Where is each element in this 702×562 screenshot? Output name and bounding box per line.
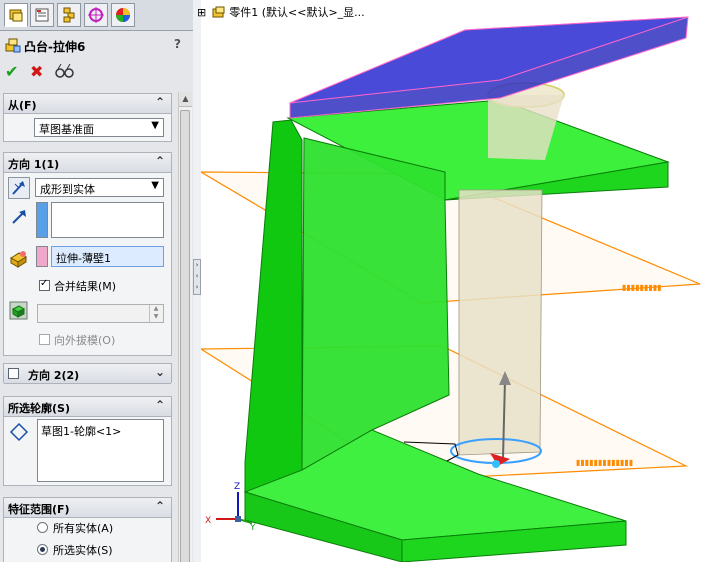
collapse-chevron-icon[interactable]: ⌃ [155, 398, 165, 412]
draft-angle-spinner[interactable]: ▲ ▼ [37, 304, 164, 323]
property-manager-icon [35, 8, 49, 22]
part-icon [212, 6, 225, 18]
chevron-down-icon: ▼ [151, 180, 159, 191]
scrollbar-thumb[interactable] [180, 110, 190, 562]
feature-tree-flyout[interactable]: ⊞ 零件1 (默认<<默认>_显... [197, 4, 365, 20]
merge-result-label: 合并结果(M) [54, 280, 117, 293]
expand-chevron-icon[interactable]: ⌄ [155, 365, 165, 379]
selected-contours-header-label: 所选轮廓(S) [8, 402, 70, 415]
from-group-header[interactable]: 从(F) ⌃ [4, 94, 171, 114]
feature-scope-group: 特征范围(F) ⌃ 所有实体(A) 所选实体(S) [3, 497, 172, 562]
property-manager-panel: 凸台-拉伸6 ? ✔ ✖ ▲ 从(F) ⌃ 草图基准面 ▼ 方向 1(1) ⌃ [0, 0, 194, 562]
start-condition-select[interactable]: 草图基准面 ▼ [34, 118, 164, 137]
graphics-viewport[interactable]: ▮▮▮▮▮▮▮▮▮ ▮▮▮▮▮▮▮▮▮▮▮▮▮ Z X Y [201, 0, 702, 562]
all-bodies-radio[interactable] [37, 522, 48, 533]
action-row: ✔ ✖ [0, 60, 193, 84]
direction2-header-label: 方向 2(2) [28, 369, 80, 382]
reverse-direction-icon [12, 181, 25, 195]
feature-title: 凸台-拉伸6 [24, 40, 86, 54]
collapse-chevron-icon[interactable]: ⌃ [155, 154, 165, 168]
body-selection-color [36, 246, 48, 267]
display-manager-icon [116, 8, 130, 22]
list-item[interactable]: 草图1-轮廓<1> [41, 423, 121, 439]
plane-label-lower: ▮▮▮▮▮▮▮▮▮▮▮▮▮ [576, 458, 633, 467]
scroll-up-arrow-icon[interactable]: ▲ [179, 92, 192, 107]
chevron-down-icon: ▼ [151, 120, 159, 131]
selected-bodies-radio[interactable] [37, 544, 48, 555]
selected-contours-group: 所选轮廓(S) ⌃ 草图1-轮廓<1> [3, 396, 172, 486]
collapse-chevron-icon[interactable]: ⌃ [155, 499, 165, 513]
from-group: 从(F) ⌃ 草图基准面 ▼ [3, 93, 172, 142]
help-button[interactable]: ? [174, 37, 181, 51]
tab-property-manager[interactable] [30, 3, 54, 27]
tab-configuration-manager[interactable] [57, 3, 81, 27]
end-condition-value: 成形到实体 [40, 183, 95, 196]
reverse-direction-button[interactable] [8, 177, 30, 199]
boss-extrude-icon [5, 38, 21, 53]
direction2-group: 方向 2(2) ⌄ [3, 363, 172, 384]
direction-selection-color [36, 202, 48, 238]
triad-x-label: X [205, 516, 211, 526]
feature-scope-header[interactable]: 特征范围(F) ⌃ [4, 498, 171, 518]
triad-z-label: Z [234, 482, 240, 492]
tab-dimxpert[interactable] [84, 3, 108, 27]
direction1-header-label: 方向 1(1) [8, 158, 60, 171]
glasses-icon [55, 63, 74, 78]
extrude-preview-cylinder [458, 189, 543, 456]
configuration-manager-icon [63, 7, 75, 23]
ok-button[interactable]: ✔ [5, 62, 18, 81]
draft-outward-checkbox[interactable] [39, 334, 50, 345]
triad-y-label: Y [249, 523, 256, 533]
feature-scope-header-label: 特征范围(F) [8, 503, 70, 516]
direction1-group-header[interactable]: 方向 1(1) ⌃ [4, 153, 171, 173]
merge-result-checkbox[interactable]: ✓ [39, 278, 50, 291]
origin-point [492, 460, 500, 468]
direction1-group: 方向 1(1) ⌃ 成形到实体 ▼ 拉伸-薄壁1 ✓ 合并结果(M) ▲ ▼ 向外… [3, 152, 172, 356]
draft-icon [9, 301, 28, 320]
contours-list[interactable]: 草图1-轮廓<1> [37, 419, 164, 482]
tab-feature-manager[interactable] [4, 3, 28, 27]
manager-tab-bar [0, 0, 193, 31]
cancel-button[interactable]: ✖ [30, 62, 43, 81]
spinner-arrows-icon[interactable]: ▲ ▼ [149, 305, 162, 322]
end-condition-select[interactable]: 成形到实体 ▼ [35, 178, 164, 197]
panel-scrollbar[interactable]: ▲ [178, 92, 192, 562]
checkmark-icon: ✓ [40, 278, 49, 289]
start-condition-value: 草图基准面 [39, 123, 94, 136]
all-bodies-label: 所有实体(A) [53, 522, 114, 535]
direction2-checkbox[interactable] [8, 368, 19, 379]
direction2-group-header[interactable]: 方向 2(2) ⌄ [4, 364, 171, 384]
selected-bodies-label: 所选实体(S) [53, 544, 113, 557]
tab-display-manager[interactable] [111, 3, 135, 27]
preview-button[interactable] [55, 62, 75, 84]
direction-selection-box[interactable] [51, 202, 164, 238]
target-body-value: 拉伸-薄壁1 [56, 252, 111, 265]
feature-title-bar: 凸台-拉伸6 ? [0, 33, 193, 58]
tree-expand-icon[interactable]: ⊞ [197, 6, 206, 19]
plane-label-upper: ▮▮▮▮▮▮▮▮▮ [622, 283, 662, 292]
contour-icon [9, 422, 29, 442]
direction-vector-icon [12, 210, 26, 224]
draft-outward-label: 向外拔模(O) [54, 334, 116, 347]
part-label[interactable]: 零件1 (默认<<默认>_显... [229, 6, 364, 19]
dimxpert-icon [88, 7, 104, 23]
feature-manager-icon [9, 9, 23, 22]
from-header-label: 从(F) [8, 99, 37, 112]
selected-contours-header[interactable]: 所选轮廓(S) ⌃ [4, 397, 171, 417]
solid-body-icon [10, 251, 27, 268]
target-body-field[interactable]: 拉伸-薄壁1 [51, 246, 164, 267]
collapse-chevron-icon[interactable]: ⌃ [155, 95, 165, 109]
splitter-grip[interactable]: › ‹ › [193, 259, 201, 295]
